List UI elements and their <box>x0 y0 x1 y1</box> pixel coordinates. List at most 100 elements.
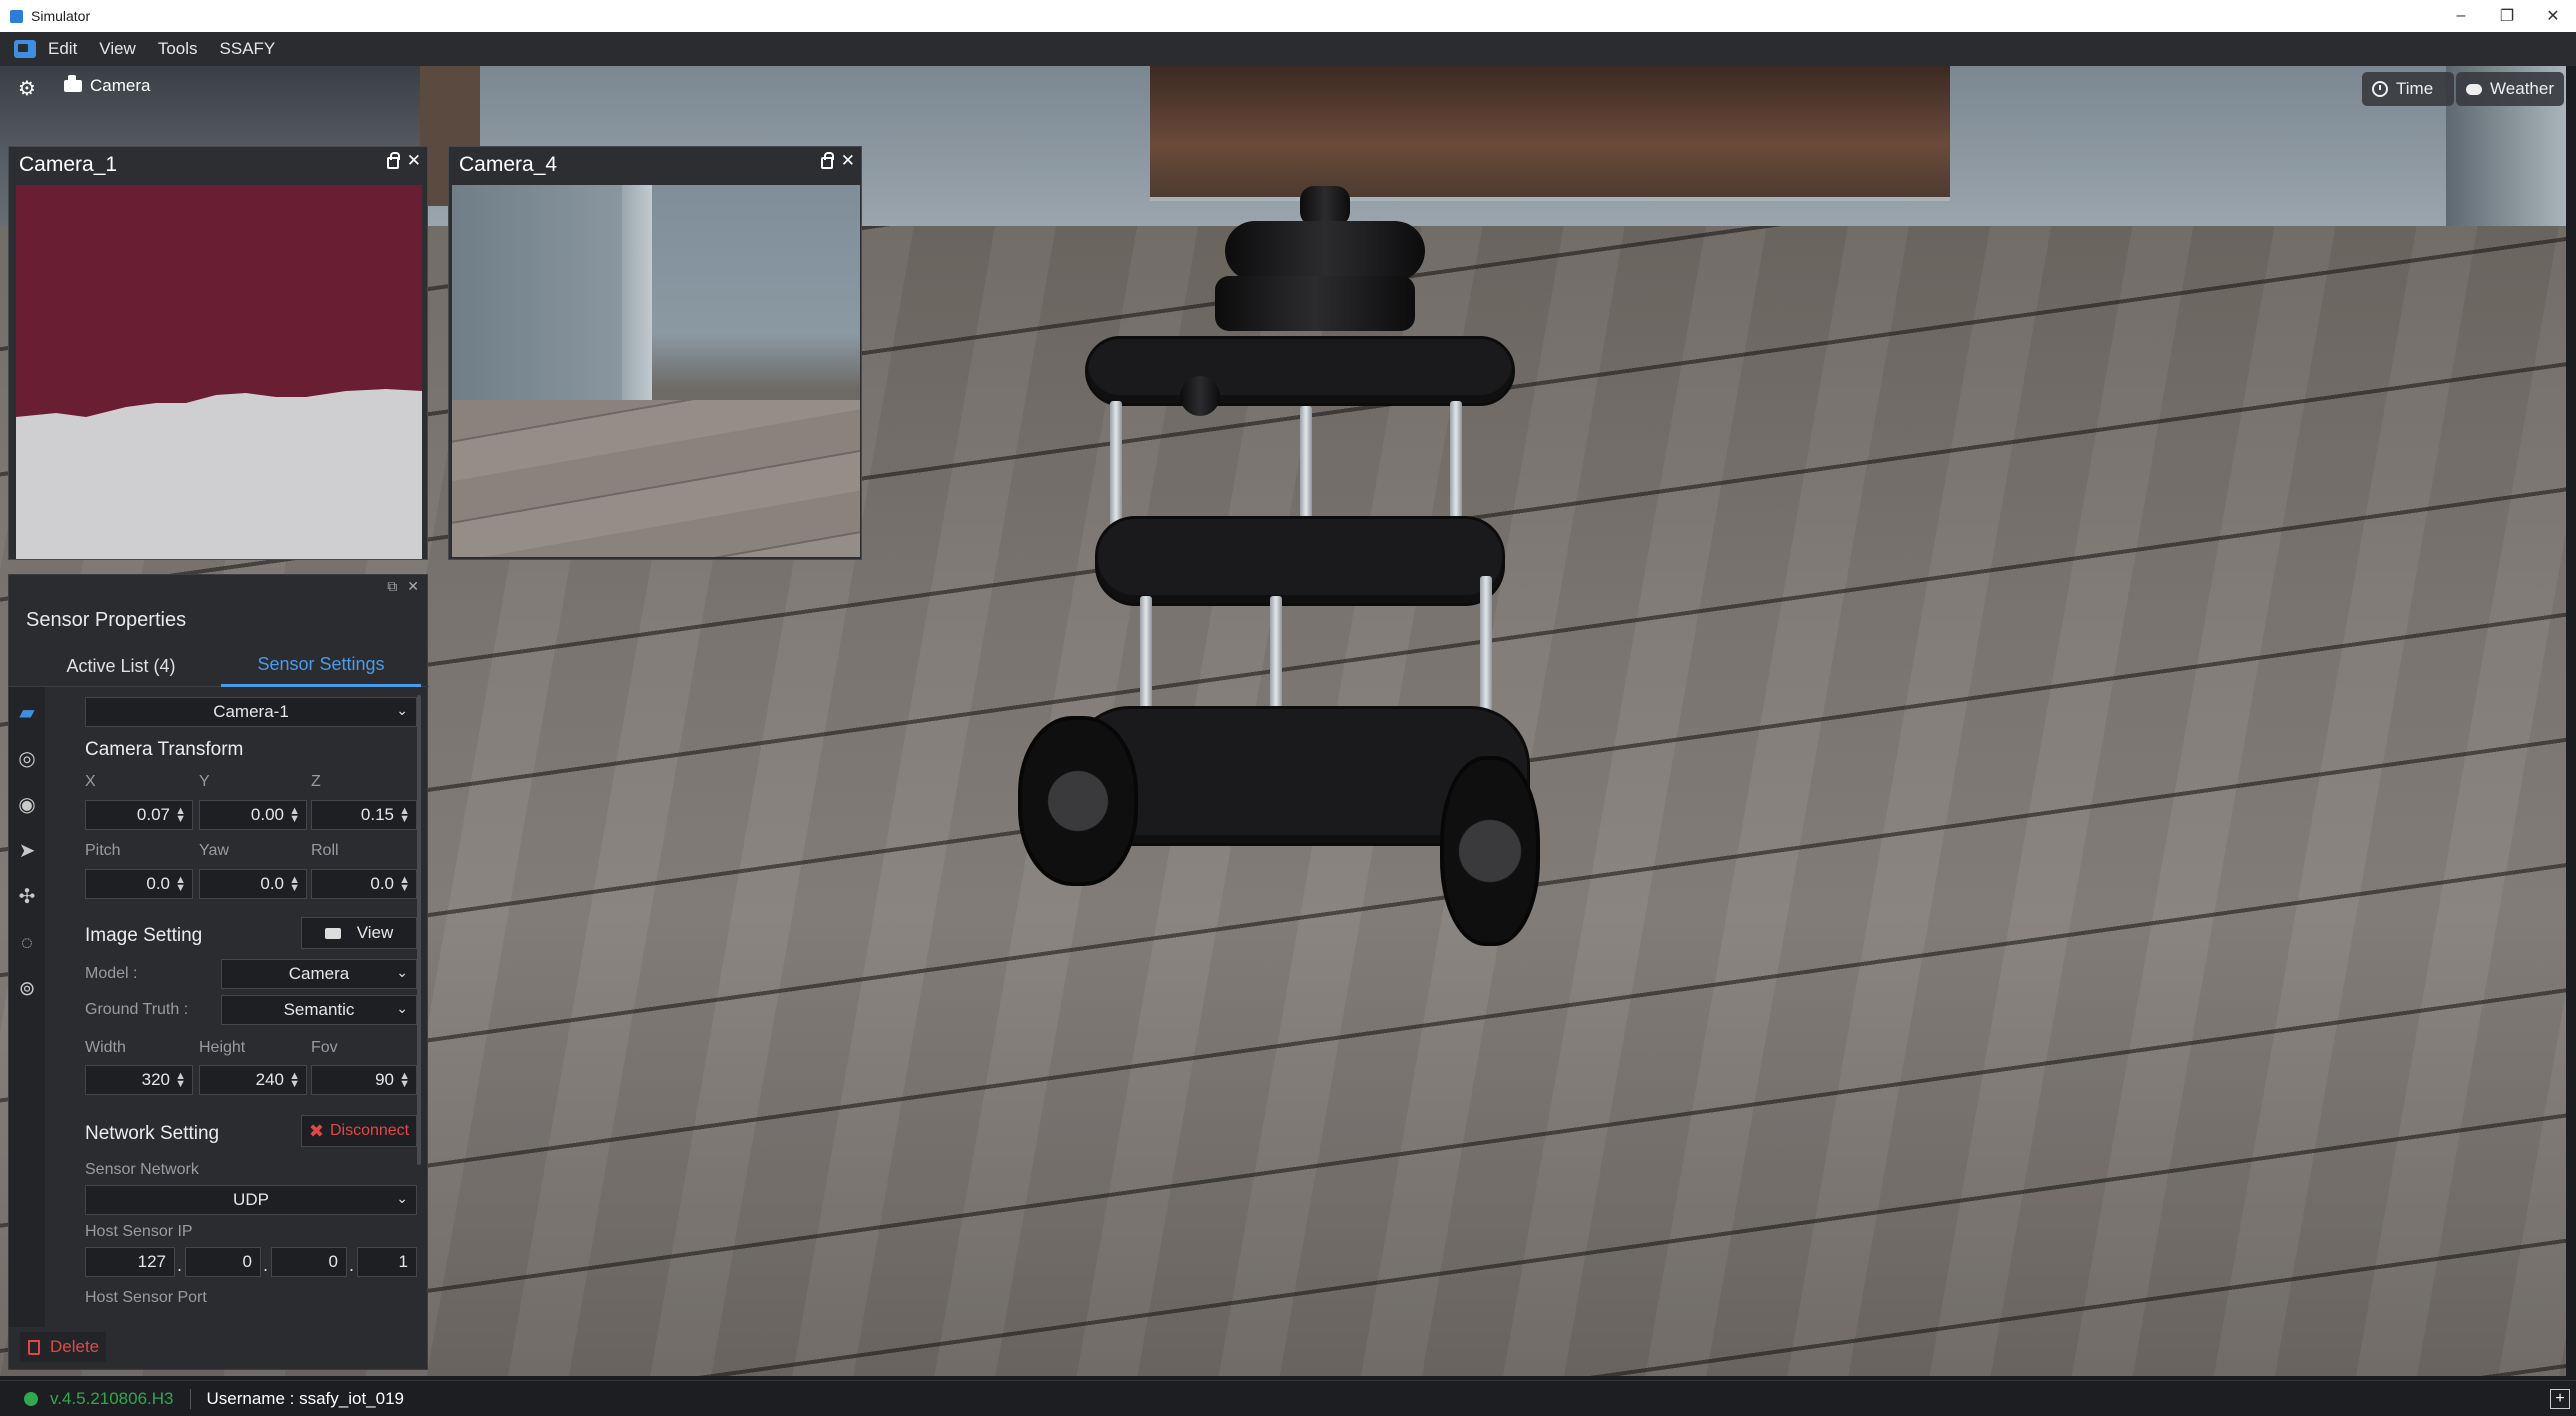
view-button[interactable]: View <box>301 917 417 949</box>
chevron-down-icon: ⌄ <box>396 1000 408 1016</box>
radar-icon[interactable]: ◌ <box>15 931 39 955</box>
height-label: Height <box>199 1039 246 1056</box>
camera-icon <box>64 75 82 92</box>
close-icon[interactable]: ✕ <box>841 151 855 171</box>
x-value: 0.07 <box>136 805 170 824</box>
width-value: 320 <box>141 1070 170 1089</box>
spinner-icon[interactable]: ▲ ▼ <box>289 1071 300 1090</box>
trash-icon <box>28 1339 40 1355</box>
menu-ssafy[interactable]: SSAFY <box>220 39 276 59</box>
view-label: View <box>356 923 394 942</box>
width-input[interactable]: 320 ▲ ▼ <box>85 1065 193 1095</box>
camera-1-preview-panel[interactable]: Camera_1 ✕ <box>8 146 428 560</box>
ip-octet-4[interactable]: 1 <box>357 1247 417 1277</box>
spinner-icon[interactable]: ▲ ▼ <box>399 806 410 825</box>
menu-bar: Edit View Tools SSAFY <box>0 32 2576 66</box>
camera-label: Camera <box>90 76 151 95</box>
sensor-select[interactable]: Camera-1 ⌄ <box>85 697 417 727</box>
y-input[interactable]: 0.00 ▲ ▼ <box>199 800 307 830</box>
panel-window-tools: ⧉ ✕ <box>9 575 427 595</box>
spinner-icon[interactable]: ▲ ▼ <box>289 806 300 825</box>
ip-octet-4-value: 1 <box>398 1252 408 1271</box>
close-button[interactable]: ✕ <box>2530 0 2576 32</box>
menu-view[interactable]: View <box>99 39 136 59</box>
close-icon[interactable]: ✕ <box>407 151 421 171</box>
sensor-network-value: UDP <box>233 1190 269 1209</box>
spinner-icon[interactable]: ▲ ▼ <box>175 875 186 894</box>
x-label: X <box>85 773 96 790</box>
left-wheel <box>1018 716 1138 886</box>
panel-tabs: Active List (4) Sensor Settings <box>9 645 429 687</box>
lidar-top <box>1300 186 1350 226</box>
expand-icon[interactable]: + <box>2550 1389 2570 1409</box>
ip-octet-2[interactable]: 0 <box>185 1247 261 1277</box>
model-select[interactable]: Camera ⌄ <box>221 959 417 989</box>
lock-icon[interactable] <box>386 152 400 169</box>
panel-title: Sensor Properties <box>26 609 187 631</box>
imu-icon[interactable]: ✣ <box>15 885 39 909</box>
image-setting-heading: Image Setting <box>85 925 203 946</box>
lock-icon[interactable] <box>820 152 834 169</box>
camera-1-title: Camera_1 <box>19 153 118 176</box>
camera-icon <box>324 927 341 939</box>
window-controls: – ❐ ✕ <box>2438 0 2576 32</box>
yaw-label: Yaw <box>199 842 229 859</box>
popout-icon[interactable]: ⧉ <box>387 578 397 595</box>
lidar-icon[interactable]: ◎ <box>15 747 39 771</box>
camera-4-image <box>452 185 860 557</box>
minimize-button[interactable]: – <box>2438 0 2484 32</box>
app-logo-icon <box>14 40 36 58</box>
weather-label: Weather <box>2490 79 2554 98</box>
window-titlebar: Simulator – ❐ ✕ <box>0 0 2576 32</box>
fov-input[interactable]: 90 ▲ ▼ <box>311 1065 417 1095</box>
sensor-network-label: Sensor Network <box>85 1161 199 1178</box>
settings-gear-icon[interactable]: ⚙ <box>18 79 38 99</box>
status-bar: v.4.5.210806.H3 Username : ssafy_iot_019… <box>0 1380 2576 1416</box>
clock-icon <box>2372 81 2388 97</box>
tab-sensor-settings[interactable]: Sensor Settings <box>221 645 421 687</box>
camera-icon[interactable]: ▰ <box>15 701 39 725</box>
spinner-icon[interactable]: ▲ ▼ <box>175 1071 186 1090</box>
tab-active-list[interactable]: Active List (4) <box>21 645 221 687</box>
close-icon[interactable]: ✕ <box>407 578 419 595</box>
delete-button[interactable]: Delete <box>20 1332 106 1362</box>
camera-1-tools: ✕ <box>386 151 421 171</box>
roll-label: Roll <box>311 842 339 859</box>
spinner-icon[interactable]: ▲ ▼ <box>399 1071 410 1090</box>
ip-octet-3[interactable]: 0 <box>271 1247 347 1277</box>
disconnect-button[interactable]: ✖ Disconnect <box>301 1115 417 1147</box>
navigation-icon[interactable]: ➤ <box>15 839 39 863</box>
spinner-icon[interactable]: ▲ ▼ <box>175 806 186 825</box>
sensor-network-select[interactable]: UDP ⌄ <box>85 1185 417 1215</box>
turtlebot-robot[interactable] <box>1000 176 1560 946</box>
radio-icon[interactable]: ◉ <box>15 793 39 817</box>
spinner-icon[interactable]: ▲ ▼ <box>289 875 300 894</box>
z-input[interactable]: 0.15 ▲ ▼ <box>311 800 417 830</box>
camera-1-image <box>16 185 422 559</box>
spinner-icon[interactable]: ▲ ▼ <box>399 875 410 894</box>
roll-input[interactable]: 0.0 ▲ ▼ <box>311 869 417 899</box>
yaw-input[interactable]: 0.0 ▲ ▼ <box>199 869 307 899</box>
camera-4-preview-panel[interactable]: Camera_4 ✕ <box>448 146 862 560</box>
panel-scrollbar[interactable] <box>417 695 421 1165</box>
menu-edit[interactable]: Edit <box>48 39 77 59</box>
time-button[interactable]: Time <box>2362 72 2454 106</box>
weather-button[interactable]: Weather <box>2456 72 2564 106</box>
delete-label: Delete <box>50 1337 100 1356</box>
pitch-input[interactable]: 0.0 ▲ ▼ <box>85 869 193 899</box>
signal-icon[interactable]: ⊚ <box>15 977 39 1001</box>
ground-truth-select[interactable]: Semantic ⌄ <box>221 995 417 1025</box>
x-input[interactable]: 0.07 ▲ ▼ <box>85 800 193 830</box>
height-input[interactable]: 240 ▲ ▼ <box>199 1065 307 1095</box>
disconnect-icon: ✖ <box>308 1120 324 1141</box>
restore-button[interactable]: ❐ <box>2484 0 2530 32</box>
ip-octet-1[interactable]: 127 <box>85 1247 175 1277</box>
z-label: Z <box>311 773 321 790</box>
sensor-type-rail: ▰ ◎ ◉ ➤ ✣ ◌ ⊚ <box>9 687 45 1327</box>
username-text: Username : ssafy_iot_019 <box>206 1388 405 1408</box>
height-value: 240 <box>255 1070 284 1089</box>
menu-tools[interactable]: Tools <box>158 39 198 59</box>
camera-toggle[interactable]: Camera <box>64 75 151 96</box>
connection-status-icon <box>24 1391 38 1406</box>
pole <box>1480 576 1492 726</box>
